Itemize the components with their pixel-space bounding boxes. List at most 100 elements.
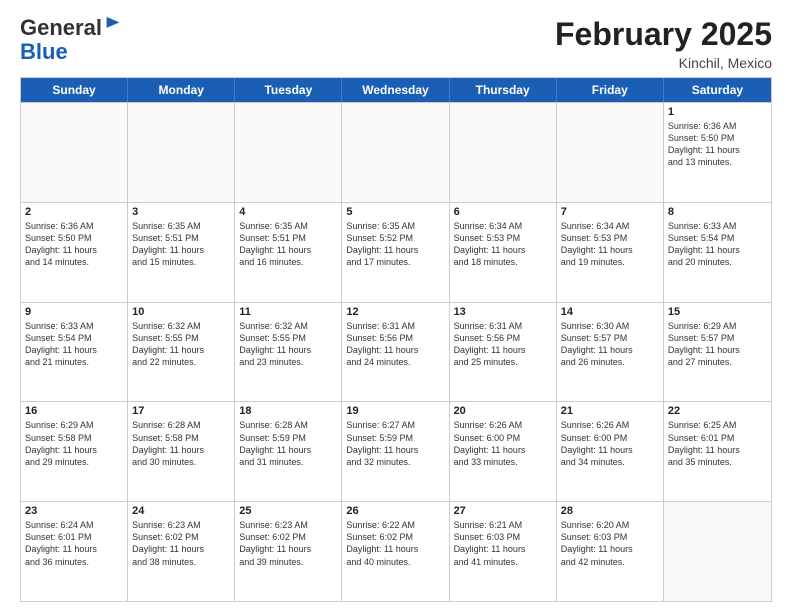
day-number: 1 xyxy=(668,106,767,118)
calendar-cell: 25 Sunrise: 6:23 AM Sunset: 6:02 PM Dayli… xyxy=(235,502,342,601)
calendar-cell: 6Sunrise: 6:34 AM Sunset: 5:53 PM Daylig… xyxy=(450,203,557,302)
day-number: 25 xyxy=(239,505,337,517)
day-number: 15 xyxy=(668,306,767,318)
calendar-cell: 19 Sunrise: 6:27 AM Sunset: 5:59 PM Dayli… xyxy=(342,402,449,501)
day-number: 12 xyxy=(346,306,444,318)
calendar-header: SundayMondayTuesdayWednesdayThursdayFrid… xyxy=(21,78,771,102)
calendar-cell: 23 Sunrise: 6:24 AM Sunset: 6:01 PM Dayli… xyxy=(21,502,128,601)
day-number: 20 xyxy=(454,405,552,417)
cell-info: Sunrise: 6:23 AM Sunset: 6:02 PM Dayligh… xyxy=(132,519,230,568)
day-number: 5 xyxy=(346,206,444,218)
calendar-cell xyxy=(235,103,342,202)
cell-info: Sunrise: 6:33 AM Sunset: 5:54 PM Dayligh… xyxy=(25,320,123,369)
calendar-cell: 10 Sunrise: 6:32 AM Sunset: 5:55 PM Dayli… xyxy=(128,303,235,402)
day-number: 10 xyxy=(132,306,230,318)
calendar-cell: 14 Sunrise: 6:30 AM Sunset: 5:57 PM Dayli… xyxy=(557,303,664,402)
day-number: 28 xyxy=(561,505,659,517)
calendar-cell: 22 Sunrise: 6:25 AM Sunset: 6:01 PM Dayli… xyxy=(664,402,771,501)
page: General Blue February 2025 Kinchil, Mexi… xyxy=(0,0,792,612)
day-number: 2 xyxy=(25,206,123,218)
weekday-header-saturday: Saturday xyxy=(664,78,771,102)
day-number: 27 xyxy=(454,505,552,517)
day-number: 6 xyxy=(454,206,552,218)
day-number: 16 xyxy=(25,405,123,417)
day-number: 21 xyxy=(561,405,659,417)
day-number: 14 xyxy=(561,306,659,318)
calendar-cell xyxy=(128,103,235,202)
calendar-cell xyxy=(342,103,449,202)
calendar-row-5: 23 Sunrise: 6:24 AM Sunset: 6:01 PM Dayli… xyxy=(21,501,771,601)
weekday-header-tuesday: Tuesday xyxy=(235,78,342,102)
cell-info: Sunrise: 6:20 AM Sunset: 6:03 PM Dayligh… xyxy=(561,519,659,568)
day-number: 8 xyxy=(668,206,767,218)
weekday-header-sunday: Sunday xyxy=(21,78,128,102)
cell-info: Sunrise: 6:28 AM Sunset: 5:59 PM Dayligh… xyxy=(239,419,337,468)
cell-info: Sunrise: 6:24 AM Sunset: 6:01 PM Dayligh… xyxy=(25,519,123,568)
calendar-cell: 28 Sunrise: 6:20 AM Sunset: 6:03 PM Dayli… xyxy=(557,502,664,601)
cell-info: Sunrise: 6:28 AM Sunset: 5:58 PM Dayligh… xyxy=(132,419,230,468)
calendar-cell xyxy=(557,103,664,202)
cell-info: Sunrise: 6:25 AM Sunset: 6:01 PM Dayligh… xyxy=(668,419,767,468)
weekday-header-thursday: Thursday xyxy=(450,78,557,102)
cell-info: Sunrise: 6:23 AM Sunset: 6:02 PM Dayligh… xyxy=(239,519,337,568)
day-number: 17 xyxy=(132,405,230,417)
calendar-cell: 17 Sunrise: 6:28 AM Sunset: 5:58 PM Dayli… xyxy=(128,402,235,501)
calendar-cell: 27 Sunrise: 6:21 AM Sunset: 6:03 PM Dayli… xyxy=(450,502,557,601)
day-number: 23 xyxy=(25,505,123,517)
weekday-header-friday: Friday xyxy=(557,78,664,102)
cell-info: Sunrise: 6:30 AM Sunset: 5:57 PM Dayligh… xyxy=(561,320,659,369)
calendar-cell: 21Sunrise: 6:26 AM Sunset: 6:00 PM Dayli… xyxy=(557,402,664,501)
calendar-cell: 20 Sunrise: 6:26 AM Sunset: 6:00 PM Dayli… xyxy=(450,402,557,501)
weekday-header-monday: Monday xyxy=(128,78,235,102)
calendar-cell: 7 Sunrise: 6:34 AM Sunset: 5:53 PM Daylig… xyxy=(557,203,664,302)
logo-blue: Blue xyxy=(20,40,68,64)
cell-info: Sunrise: 6:29 AM Sunset: 5:58 PM Dayligh… xyxy=(25,419,123,468)
calendar-row-4: 16 Sunrise: 6:29 AM Sunset: 5:58 PM Dayli… xyxy=(21,401,771,501)
day-number: 24 xyxy=(132,505,230,517)
day-number: 13 xyxy=(454,306,552,318)
calendar-row-2: 2 Sunrise: 6:36 AM Sunset: 5:50 PM Daylig… xyxy=(21,202,771,302)
cell-info: Sunrise: 6:22 AM Sunset: 6:02 PM Dayligh… xyxy=(346,519,444,568)
weekday-header-wednesday: Wednesday xyxy=(342,78,449,102)
day-number: 7 xyxy=(561,206,659,218)
logo: General Blue xyxy=(20,16,122,64)
header: General Blue February 2025 Kinchil, Mexi… xyxy=(20,16,772,71)
calendar-cell: 3 Sunrise: 6:35 AM Sunset: 5:51 PM Daylig… xyxy=(128,203,235,302)
calendar-cell: 26 Sunrise: 6:22 AM Sunset: 6:02 PM Dayli… xyxy=(342,502,449,601)
cell-info: Sunrise: 6:35 AM Sunset: 5:52 PM Dayligh… xyxy=(346,220,444,269)
calendar-cell: 24 Sunrise: 6:23 AM Sunset: 6:02 PM Dayli… xyxy=(128,502,235,601)
calendar-cell: 16 Sunrise: 6:29 AM Sunset: 5:58 PM Dayli… xyxy=(21,402,128,501)
calendar-cell: 8 Sunrise: 6:33 AM Sunset: 5:54 PM Daylig… xyxy=(664,203,771,302)
cell-info: Sunrise: 6:31 AM Sunset: 5:56 PM Dayligh… xyxy=(346,320,444,369)
calendar-cell: 11Sunrise: 6:32 AM Sunset: 5:55 PM Dayli… xyxy=(235,303,342,402)
location: Kinchil, Mexico xyxy=(555,55,772,71)
calendar-cell: 5 Sunrise: 6:35 AM Sunset: 5:52 PM Daylig… xyxy=(342,203,449,302)
cell-info: Sunrise: 6:35 AM Sunset: 5:51 PM Dayligh… xyxy=(132,220,230,269)
title-block: February 2025 Kinchil, Mexico xyxy=(555,16,772,71)
calendar-cell: 2 Sunrise: 6:36 AM Sunset: 5:50 PM Daylig… xyxy=(21,203,128,302)
calendar-cell xyxy=(450,103,557,202)
day-number: 22 xyxy=(668,405,767,417)
calendar-cell xyxy=(664,502,771,601)
cell-info: Sunrise: 6:32 AM Sunset: 5:55 PM Dayligh… xyxy=(132,320,230,369)
logo-general: General xyxy=(20,16,102,40)
cell-info: Sunrise: 6:35 AM Sunset: 5:51 PM Dayligh… xyxy=(239,220,337,269)
calendar-cell xyxy=(21,103,128,202)
calendar-body: 1 Sunrise: 6:36 AM Sunset: 5:50 PM Daylig… xyxy=(21,102,771,601)
calendar: SundayMondayTuesdayWednesdayThursdayFrid… xyxy=(20,77,772,602)
cell-info: Sunrise: 6:27 AM Sunset: 5:59 PM Dayligh… xyxy=(346,419,444,468)
calendar-cell: 12 Sunrise: 6:31 AM Sunset: 5:56 PM Dayli… xyxy=(342,303,449,402)
calendar-row-1: 1 Sunrise: 6:36 AM Sunset: 5:50 PM Daylig… xyxy=(21,102,771,202)
day-number: 26 xyxy=(346,505,444,517)
cell-info: Sunrise: 6:26 AM Sunset: 6:00 PM Dayligh… xyxy=(454,419,552,468)
cell-info: Sunrise: 6:36 AM Sunset: 5:50 PM Dayligh… xyxy=(25,220,123,269)
day-number: 3 xyxy=(132,206,230,218)
cell-info: Sunrise: 6:34 AM Sunset: 5:53 PM Dayligh… xyxy=(561,220,659,269)
cell-info: Sunrise: 6:21 AM Sunset: 6:03 PM Dayligh… xyxy=(454,519,552,568)
day-number: 18 xyxy=(239,405,337,417)
calendar-cell: 9Sunrise: 6:33 AM Sunset: 5:54 PM Daylig… xyxy=(21,303,128,402)
day-number: 19 xyxy=(346,405,444,417)
calendar-cell: 4Sunrise: 6:35 AM Sunset: 5:51 PM Daylig… xyxy=(235,203,342,302)
cell-info: Sunrise: 6:36 AM Sunset: 5:50 PM Dayligh… xyxy=(668,120,767,169)
cell-info: Sunrise: 6:33 AM Sunset: 5:54 PM Dayligh… xyxy=(668,220,767,269)
